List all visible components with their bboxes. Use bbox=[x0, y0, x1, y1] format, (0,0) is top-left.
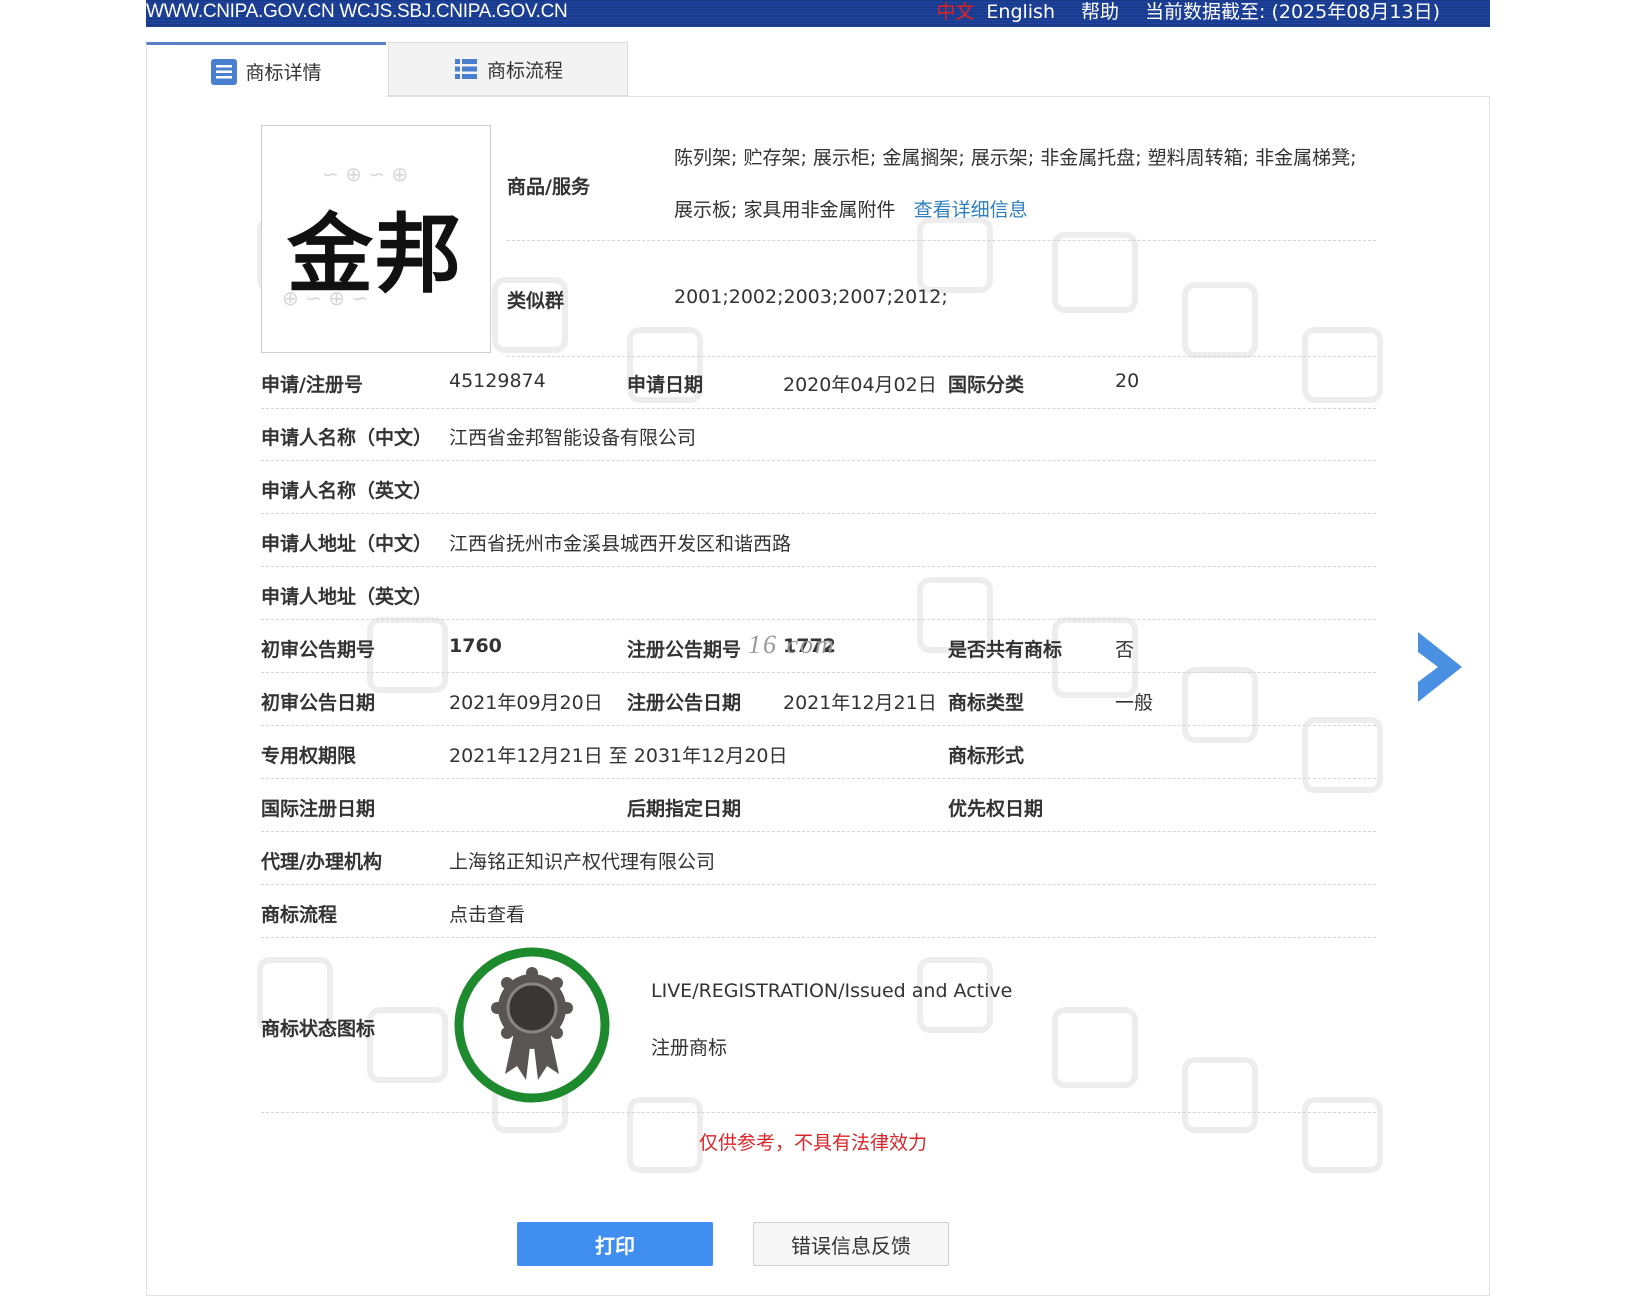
prelim-date-value: 2021年09月20日 bbox=[449, 692, 603, 714]
reg-no-value: 45129874 bbox=[449, 370, 546, 392]
reg-no-label: 申请/注册号 bbox=[261, 374, 363, 396]
tm-type-label: 商标类型 bbox=[948, 692, 1025, 714]
chevron-right-icon[interactable] bbox=[1418, 632, 1462, 702]
grid-list-icon bbox=[454, 59, 477, 79]
tab-trademark-process[interactable]: 商标流程 bbox=[388, 42, 628, 96]
app-date-label: 申请日期 bbox=[627, 374, 704, 396]
address-cn-label: 申请人地址（中文） bbox=[261, 533, 433, 555]
site-urls[interactable]: WWW.CNIPA.GOV.CN WCJS.SBJ.CNIPA.GOV.CN bbox=[146, 0, 568, 24]
print-button[interactable]: 打印 bbox=[517, 1222, 713, 1266]
divider bbox=[261, 831, 1376, 832]
trademark-image: ∽ ⊕ ∽ ⊕ ⊕ ∽ ⊕ ∽ 金邦 bbox=[261, 125, 491, 353]
lang-chinese-link[interactable]: 中文 bbox=[936, 0, 974, 24]
award-ribbon-icon bbox=[454, 947, 610, 1103]
tm-type-value: 一般 bbox=[1115, 692, 1154, 714]
top-bar: WWW.CNIPA.GOV.CN WCJS.SBJ.CNIPA.GOV.CN 中… bbox=[146, 0, 1490, 27]
divider bbox=[261, 778, 1376, 779]
divider bbox=[261, 408, 1376, 409]
intl-reg-date-label: 国际注册日期 bbox=[261, 798, 376, 820]
process-view-link[interactable]: 点击查看 bbox=[449, 900, 525, 927]
applicant-en-label: 申请人名称（英文） bbox=[261, 480, 433, 502]
similar-group-label: 类似群 bbox=[507, 290, 565, 312]
address-cn-value: 江西省抚州市金溪县城西开发区和谐西路 bbox=[449, 533, 792, 555]
goods-services-value: 陈列架; 贮存架; 展示柜; 金属搁架; 展示架; 非金属托盘; 塑料周转箱; … bbox=[674, 132, 1374, 236]
reg-pub-date-label: 注册公告日期 bbox=[627, 692, 742, 714]
divider bbox=[261, 460, 1376, 461]
divider bbox=[261, 672, 1376, 673]
image-watermark: ∽ ⊕ ∽ ⊕ bbox=[322, 162, 409, 186]
term-value: 2021年12月21日 至 2031年12月20日 bbox=[449, 745, 788, 767]
shared-value: 否 bbox=[1115, 639, 1135, 661]
priority-date-label: 优先权日期 bbox=[948, 798, 1044, 820]
divider bbox=[261, 725, 1376, 726]
divider bbox=[261, 884, 1376, 885]
view-detail-link[interactable]: 查看详细信息 bbox=[914, 199, 1028, 221]
feedback-button[interactable]: 错误信息反馈 bbox=[753, 1222, 949, 1266]
status-cn-text: 注册商标 bbox=[651, 1037, 728, 1059]
reg-pub-date-value: 2021年12月21日 bbox=[783, 692, 937, 714]
process-label: 商标流程 bbox=[261, 904, 338, 926]
tab-process-label: 商标流程 bbox=[486, 59, 563, 82]
applicant-cn-label: 申请人名称（中文） bbox=[261, 427, 433, 449]
app-date-value: 2020年04月02日 bbox=[783, 374, 937, 396]
divider bbox=[261, 937, 1376, 938]
data-date-text: 当前数据截至: (2025年08月13日) bbox=[1145, 1, 1440, 23]
agent-label: 代理/办理机构 bbox=[261, 851, 382, 873]
divider bbox=[261, 1112, 1376, 1113]
top-bar-right: 中文 English 帮助 当前数据截至: (2025年08月13日) bbox=[936, 0, 1440, 24]
divider bbox=[507, 356, 1376, 357]
tab-detail-label: 商标详情 bbox=[245, 62, 322, 84]
divider bbox=[261, 566, 1376, 567]
prelim-no-label: 初审公告期号 bbox=[261, 639, 376, 661]
divider bbox=[261, 619, 1376, 620]
divider bbox=[507, 240, 1376, 241]
help-link[interactable]: 帮助 bbox=[1081, 0, 1119, 24]
address-en-label: 申请人地址（英文） bbox=[261, 586, 433, 608]
similar-group-value: 2001;2002;2003;2007;2012; bbox=[674, 286, 948, 308]
tab-trademark-detail[interactable]: 商标详情 bbox=[146, 42, 386, 98]
prelim-date-label: 初审公告日期 bbox=[261, 692, 376, 714]
goods-services-label: 商品/服务 bbox=[507, 176, 590, 198]
overlay-watermark: 16 com bbox=[748, 630, 836, 659]
shared-label: 是否共有商标 bbox=[948, 639, 1063, 661]
tm-form-label: 商标形式 bbox=[948, 745, 1025, 767]
list-icon bbox=[211, 58, 238, 85]
reg-pub-no-label: 注册公告期号 bbox=[627, 639, 742, 661]
trademark-mark-text: 金邦 bbox=[287, 205, 463, 305]
applicant-cn-value: 江西省金邦智能设备有限公司 bbox=[449, 427, 697, 449]
divider bbox=[261, 513, 1376, 514]
intl-class-value: 20 bbox=[1115, 370, 1140, 392]
term-label: 专用权期限 bbox=[261, 745, 357, 767]
lang-english-link[interactable]: English bbox=[986, 0, 1055, 24]
later-date-label: 后期指定日期 bbox=[627, 798, 742, 820]
prelim-no-value: 1760 bbox=[449, 635, 502, 657]
status-en-text: LIVE/REGISTRATION/Issued and Active bbox=[651, 980, 1013, 1002]
intl-class-label: 国际分类 bbox=[948, 374, 1025, 396]
status-label: 商标状态图标 bbox=[261, 1018, 376, 1040]
agent-value: 上海铭正知识产权代理有限公司 bbox=[449, 851, 716, 873]
disclaimer-text: 仅供参考，不具有法律效力 bbox=[698, 1132, 927, 1154]
